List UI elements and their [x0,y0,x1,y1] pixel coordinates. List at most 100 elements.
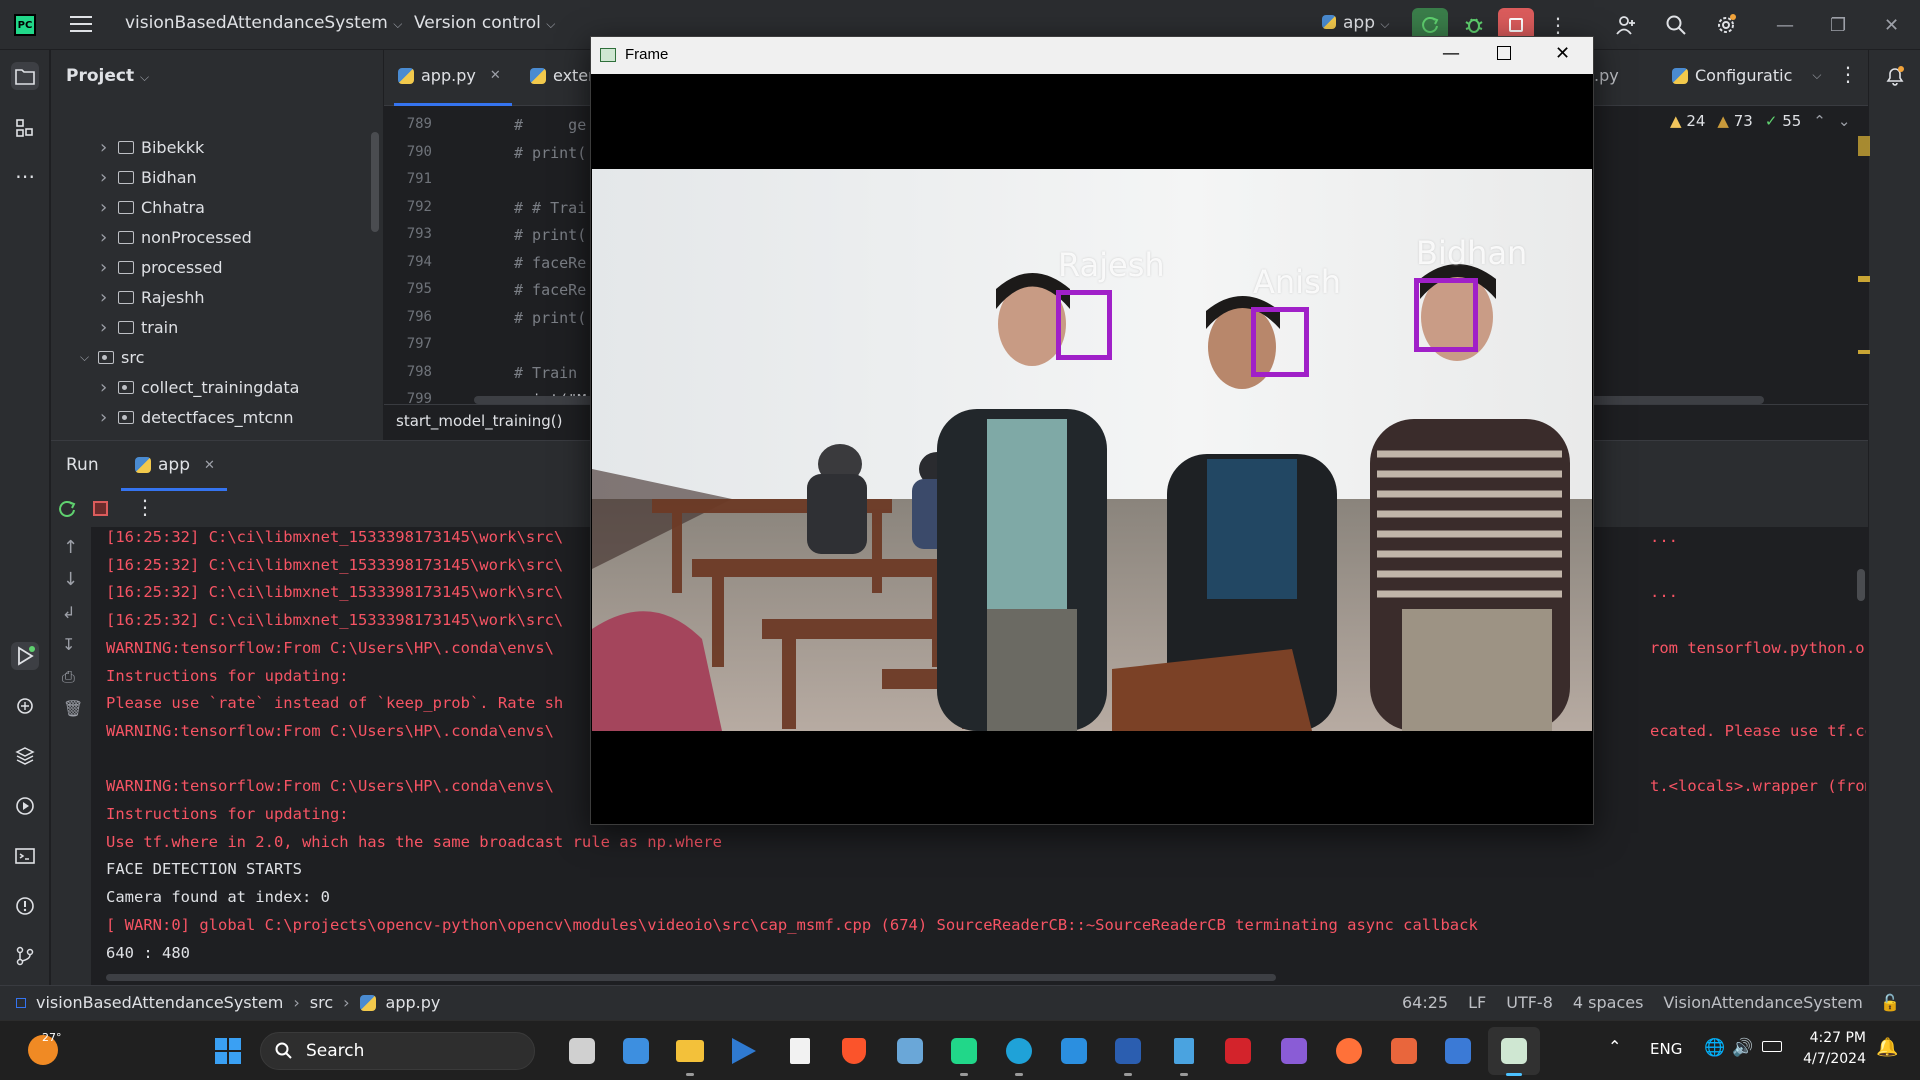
caret-position[interactable]: 64:25 [1402,993,1448,1012]
snipping-tool-icon[interactable] [620,1035,652,1067]
tree-item-bidhan[interactable]: › Bidhan [100,163,197,191]
tab-external[interactable]: exter [530,66,595,85]
tab-partial[interactable]: .py [1594,66,1619,85]
input-language[interactable]: ENG [1650,1040,1682,1058]
notes-icon[interactable] [1168,1035,1200,1076]
function-breadcrumb[interactable]: start_model_training() [396,412,562,430]
close-tab-icon[interactable]: ✕ [204,458,215,473]
firefox-icon[interactable] [1333,1035,1365,1067]
file-explorer-icon[interactable] [674,1035,706,1076]
chevron-up-icon[interactable]: ⌃ [1608,1037,1621,1056]
minimize-icon[interactable]: — [1776,15,1794,36]
trash-icon[interactable]: 🗑 [63,699,83,718]
layers-icon[interactable] [11,742,39,770]
problems-icon[interactable] [11,892,39,920]
visual-studio-icon[interactable] [1278,1035,1310,1067]
chevron-right-icon[interactable]: › [100,227,118,248]
clock-time[interactable]: 4:27 PM [1806,1030,1866,1046]
services-icon[interactable] [11,792,39,820]
chevron-down-icon[interactable]: ⌵ [80,350,98,365]
print-icon[interactable]: ⎙ [62,667,75,687]
chevron-right-icon[interactable]: › [100,317,118,338]
scroll-to-end-icon[interactable]: ↧ [62,635,75,654]
photos-icon[interactable] [894,1035,926,1067]
volume-icon[interactable]: 🔊 [1732,1038,1753,1058]
configuration-selector[interactable]: Configuratic ⌵ [1672,66,1821,85]
line-separator[interactable]: LF [1468,993,1486,1012]
opencv-frame-taskbar-icon[interactable] [1498,1035,1530,1076]
run-tab-app[interactable]: app ✕ [135,455,215,475]
tree-item-chhatra[interactable]: › Chhatra [100,193,205,221]
project-folder-icon[interactable] [11,62,39,90]
chevron-right-icon[interactable]: › [100,167,118,188]
close-icon[interactable]: ✕ [1884,15,1899,36]
tree-item-src[interactable]: ⌵ src [80,343,144,371]
minimize-icon[interactable]: — [1442,43,1460,64]
lock-icon[interactable]: 🔓 [1880,993,1900,1012]
tree-scrollbar[interactable] [371,132,379,232]
soft-wrap-icon[interactable]: ↲ [62,603,75,622]
project-panel-header[interactable]: Project ⌵ [66,66,149,86]
tree-item-processed[interactable]: › processed [100,253,222,281]
inspection-widget[interactable]: ▲ 24 ▲ 73 ✓ 55 ⌃ ⌄ [1670,112,1850,130]
vscode-icon[interactable] [1058,1035,1090,1067]
structure-icon[interactable] [11,114,39,142]
settings-gear-icon[interactable] [1708,8,1744,42]
clock-date[interactable]: 4/7/2024 [1800,1051,1866,1067]
breadcrumb-src[interactable]: src [310,993,333,1012]
editor-more-icon[interactable]: ⋮ [1838,62,1858,86]
acrobat-icon[interactable] [1222,1035,1254,1067]
chevron-right-icon[interactable]: › [100,287,118,308]
close-tab-icon[interactable]: ✕ [490,68,501,83]
edge-icon[interactable] [1003,1035,1035,1076]
tree-item-collect-trainingdata[interactable]: › collect_trainingdata [100,373,299,401]
taskbar-search[interactable]: Search [260,1032,535,1070]
main-menu-icon[interactable] [70,14,92,34]
git-branch-icon[interactable] [11,942,39,970]
python-packages-icon[interactable] [11,692,39,720]
chevron-right-icon[interactable]: › [100,377,118,398]
battery-icon[interactable] [1762,1041,1782,1052]
chevron-right-icon[interactable]: › [100,257,118,278]
breadcrumb-file[interactable]: app.py [386,993,441,1012]
chevron-up-icon[interactable]: ⌃ [1813,112,1826,130]
terminal-icon[interactable] [11,842,39,870]
close-icon[interactable]: ✕ [1555,43,1570,64]
more-tools-icon[interactable]: ⋯ [11,162,39,190]
brave-browser-icon[interactable] [838,1035,870,1067]
arrow-up-icon[interactable]: ↑ [63,537,78,558]
tab-app-py[interactable]: app.py ✕ [398,66,501,85]
remote-desktop-icon[interactable] [1442,1035,1474,1067]
tree-item-detectfaces-mtcnn[interactable]: › detectfaces_mtcnn [100,403,294,431]
chevron-right-icon[interactable]: › [100,407,118,428]
rerun-icon[interactable] [57,499,77,519]
opencv-frame-window[interactable]: Frame — ✕ Rajesh Anish Bidhan [590,36,1594,825]
word-icon[interactable] [1112,1035,1144,1076]
console-scrollbar[interactable] [106,974,1276,981]
notifications-bell-icon[interactable] [1881,62,1909,90]
version-control-selector[interactable]: Version control ⌵ [414,13,555,33]
tree-item-rajeshh[interactable]: › Rajeshh [100,283,204,311]
indent-setting[interactable]: 4 spaces [1573,993,1644,1012]
console-vscrollbar[interactable] [1857,569,1865,601]
pycharm-taskbar-icon[interactable] [948,1035,980,1076]
run-config-selector[interactable]: app ⌵ [1322,13,1390,33]
arrow-down-icon[interactable]: ↓ [63,569,78,590]
chevron-right-icon[interactable]: › [100,197,118,218]
task-view-icon[interactable] [566,1035,598,1067]
tree-item-train[interactable]: › train [100,313,178,341]
breadcrumb-project[interactable]: visionBasedAttendanceSystem [36,993,283,1012]
chevron-right-icon[interactable]: › [100,137,118,158]
run-tool-icon[interactable] [11,642,39,670]
project-selector[interactable]: visionBasedAttendanceSystem ⌵ [125,13,402,33]
python-interpreter[interactable]: VisionAttendanceSystem [1663,993,1862,1012]
power-automate-icon[interactable] [728,1035,760,1067]
notepad-icon[interactable] [784,1035,816,1067]
git-icon[interactable] [1388,1035,1420,1067]
maximize-icon[interactable] [1497,46,1511,60]
search-icon[interactable] [1658,8,1694,42]
stop-icon[interactable] [93,501,108,516]
network-globe-icon[interactable]: 🌐 [1704,1038,1725,1058]
restore-icon[interactable]: ❐ [1830,15,1846,36]
windows-start-icon[interactable] [212,1035,244,1067]
